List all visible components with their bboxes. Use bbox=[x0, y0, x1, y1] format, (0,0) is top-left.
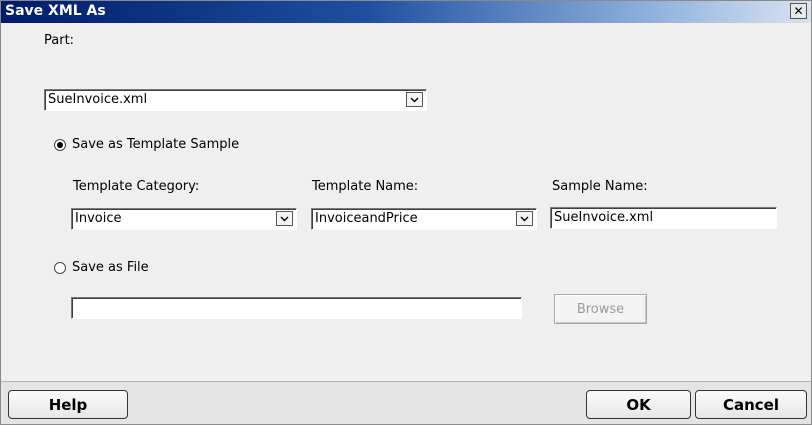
ok-button[interactable]: OK bbox=[586, 390, 691, 419]
part-dropdown-value: SueInvoice.xml bbox=[48, 92, 148, 107]
browse-button-label: Browse bbox=[576, 301, 625, 317]
close-icon: ✕ bbox=[793, 4, 804, 18]
button-bar: Help OK Cancel bbox=[1, 382, 811, 424]
help-button[interactable]: Help bbox=[8, 390, 128, 419]
save-as-template-sample-option[interactable]: Save as Template Sample bbox=[54, 137, 239, 152]
template-name-value: InvoiceandPrice bbox=[315, 211, 418, 226]
save-as-file-option[interactable]: Save as File bbox=[54, 260, 149, 275]
sample-name-input[interactable]: SueInvoice.xml bbox=[550, 207, 777, 229]
part-label: Part: bbox=[44, 33, 75, 48]
template-name-label: Template Name: bbox=[312, 179, 419, 194]
chevron-down-icon[interactable] bbox=[276, 211, 293, 226]
help-button-label: Help bbox=[48, 395, 88, 414]
save-xml-as-dialog: Save XML As ✕ Part: SueInvoice.xml Save … bbox=[0, 0, 812, 425]
title-bar: Save XML As ✕ bbox=[1, 1, 811, 23]
chevron-down-icon[interactable] bbox=[406, 92, 423, 107]
part-dropdown[interactable]: SueInvoice.xml bbox=[44, 89, 427, 111]
template-name-dropdown[interactable]: InvoiceandPrice bbox=[311, 208, 537, 230]
save-as-file-label: Save as File bbox=[72, 260, 149, 275]
save-as-file-radio[interactable] bbox=[54, 261, 66, 274]
sample-name-label: Sample Name: bbox=[552, 179, 648, 194]
ok-button-label: OK bbox=[626, 395, 651, 414]
template-sample-radio[interactable] bbox=[54, 138, 66, 151]
template-sample-label: Save as Template Sample bbox=[72, 137, 240, 152]
template-category-value: Invoice bbox=[75, 211, 122, 226]
browse-button[interactable]: Browse bbox=[554, 294, 647, 324]
window-title: Save XML As bbox=[5, 3, 106, 19]
file-path-input[interactable] bbox=[71, 297, 522, 319]
cancel-button-label: Cancel bbox=[722, 395, 779, 414]
sample-name-value: SueInvoice.xml bbox=[554, 210, 654, 225]
close-button[interactable]: ✕ bbox=[790, 3, 807, 19]
template-category-label: Template Category: bbox=[73, 179, 200, 194]
cancel-button[interactable]: Cancel bbox=[695, 390, 807, 419]
chevron-down-icon[interactable] bbox=[516, 211, 533, 226]
template-category-dropdown[interactable]: Invoice bbox=[71, 208, 297, 230]
